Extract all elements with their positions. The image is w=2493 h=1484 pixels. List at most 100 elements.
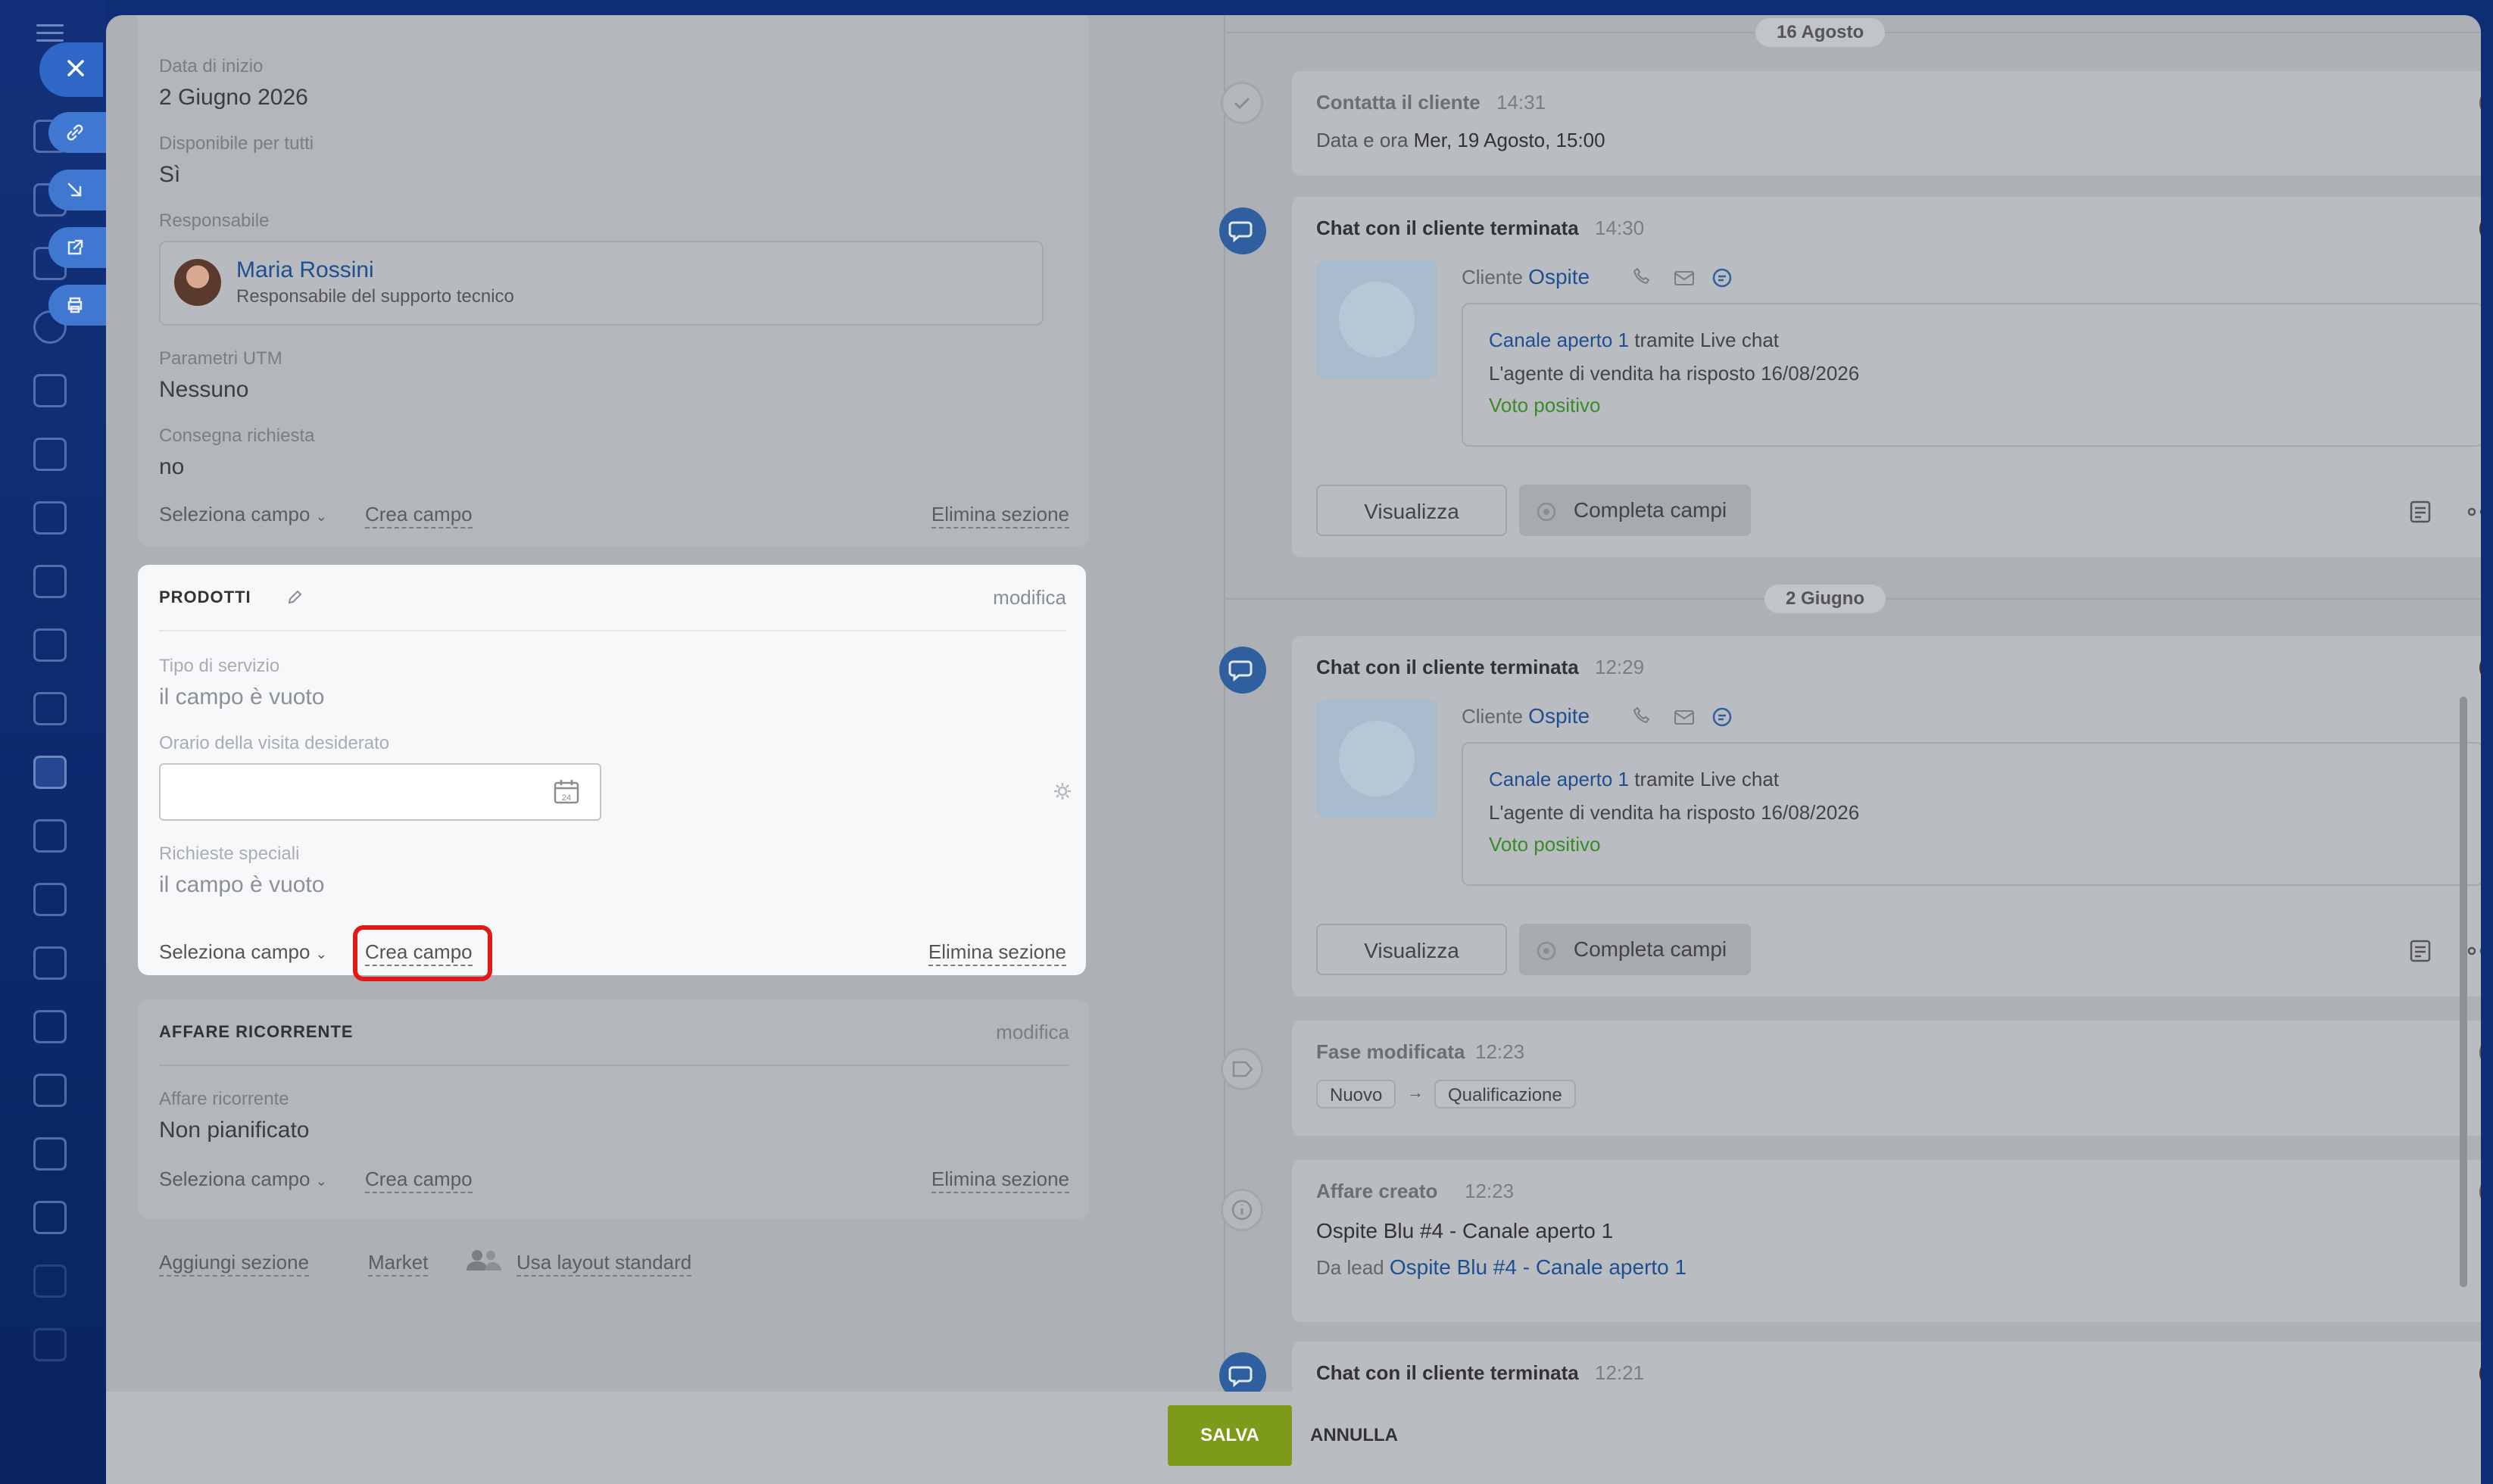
create-field-link[interactable]: Crea campo — [365, 940, 473, 966]
start-date-value[interactable]: 2 Giugno 2026 — [159, 85, 308, 111]
delete-section-link[interactable]: Elimina sezione — [931, 1168, 1069, 1193]
responsible-card[interactable]: Maria Rossini Responsabile del supporto … — [159, 241, 1044, 326]
chat-summary-box: Canale aperto 1 tramite Live chat L'agen… — [1462, 742, 2481, 886]
lead-link[interactable]: Ospite Blu #4 - Canale aperto 1 — [1390, 1255, 1686, 1279]
channel-link[interactable]: Canale aperto 1 — [1489, 329, 1629, 351]
create-field-link[interactable]: Crea campo — [365, 1168, 473, 1193]
market-link[interactable]: Market — [368, 1251, 429, 1277]
store-icon[interactable] — [33, 883, 67, 916]
analytics-icon[interactable] — [33, 1201, 67, 1234]
close-slider-button[interactable] — [39, 42, 103, 97]
contact-icons[interactable] — [1630, 706, 1751, 728]
avatar[interactable] — [2479, 1177, 2481, 1207]
chevron-down-icon: ⌄ — [315, 1174, 327, 1189]
client-link[interactable]: Ospite — [1528, 704, 1590, 728]
copilot-icon — [1537, 502, 1556, 522]
select-field-dropdown[interactable]: Seleziona campo ⌄ — [159, 940, 327, 964]
avatar[interactable] — [2479, 653, 2481, 683]
link-icon — [67, 124, 83, 141]
client-link[interactable]: Ospite — [1528, 265, 1590, 288]
files-icon[interactable] — [33, 628, 67, 662]
delete-section-link[interactable]: Elimina sezione — [931, 503, 1069, 528]
utm-value[interactable]: Nessuno — [159, 377, 248, 403]
print-button[interactable] — [48, 285, 106, 326]
products-edit-link[interactable]: modifica — [993, 586, 1066, 610]
notes-icon[interactable] — [2407, 937, 2434, 965]
more-icon[interactable] — [2466, 943, 2481, 959]
visit-time-input[interactable]: 24 — [159, 763, 601, 821]
notes-icon[interactable] — [2407, 498, 2434, 525]
documents-icon[interactable] — [33, 438, 67, 471]
activity-title: Chat con il cliente terminata — [1316, 1361, 1579, 1384]
select-field-dropdown[interactable]: Seleziona campo ⌄ — [159, 1168, 327, 1191]
crm-icon[interactable] — [33, 756, 67, 789]
avatar[interactable] — [2479, 1037, 2481, 1068]
bottom-action-bar: SALVA ANNULLA — [106, 1392, 2481, 1484]
cancel-button[interactable]: ANNULLA — [1310, 1405, 1398, 1466]
reports-icon[interactable] — [33, 565, 67, 598]
bot-icon[interactable] — [33, 1010, 67, 1043]
recurring-edit-link[interactable]: modifica — [996, 1021, 1069, 1044]
activity-card-chat: Chat con il cliente terminata 14:30 Clie… — [1292, 197, 2481, 557]
inbox-icon[interactable] — [33, 692, 67, 725]
automation-icon[interactable] — [33, 374, 67, 407]
visit-time-label: Orario della visita desiderato — [159, 733, 390, 753]
more-icon[interactable] — [2466, 504, 2481, 519]
timeline-scrollbar[interactable] — [2460, 697, 2467, 1287]
delete-section-link[interactable]: Elimina sezione — [928, 940, 1066, 966]
channel-line: Canale aperto 1 tramite Live chat — [1489, 768, 1780, 790]
check-icon[interactable] — [1221, 82, 1263, 124]
date-pill-august: 16 Agosto — [1755, 18, 1886, 47]
view-button[interactable]: Visualizza — [1316, 485, 1507, 536]
minimize-button[interactable] — [48, 170, 106, 210]
avatar[interactable] — [2479, 214, 2481, 244]
save-button[interactable]: SALVA — [1168, 1405, 1292, 1466]
service-type-value[interactable]: il campo è vuoto — [159, 684, 324, 710]
responsible-name[interactable]: Maria Rossini — [236, 257, 374, 283]
gear-icon[interactable] — [1053, 781, 1072, 801]
pencil-icon[interactable] — [286, 589, 303, 606]
date-pill-june: 2 Giugno — [1764, 585, 1886, 613]
available-value[interactable]: Sì — [159, 162, 180, 188]
chevron-down-icon: ⌄ — [315, 946, 327, 962]
chat-thumbnail — [1316, 260, 1437, 379]
settings-icon[interactable] — [33, 1264, 67, 1298]
copy-link-button[interactable] — [48, 112, 106, 153]
table-icon[interactable] — [33, 1137, 67, 1171]
open-new-window-button[interactable] — [48, 227, 106, 268]
delivery-value[interactable]: no — [159, 454, 184, 480]
menu-icon[interactable] — [36, 24, 64, 42]
calendar-icon[interactable] — [33, 501, 67, 535]
external-link-icon — [67, 239, 83, 255]
products-title: PRODOTTI — [159, 588, 251, 606]
chevron-down-icon: ⌄ — [315, 509, 327, 524]
library-icon[interactable] — [33, 1074, 67, 1107]
special-requests-value[interactable]: il campo è vuoto — [159, 872, 324, 898]
reply-line: L'agente di vendita ha risposto 16/08/20… — [1489, 362, 1860, 385]
channel-line: Canale aperto 1 tramite Live chat — [1489, 329, 1780, 351]
calendar-icon[interactable]: 24 — [553, 778, 580, 806]
deal-name: Ospite Blu #4 - Canale aperto 1 — [1316, 1219, 1614, 1242]
channel-link[interactable]: Canale aperto 1 — [1489, 768, 1629, 790]
close-icon — [67, 60, 84, 76]
avatar[interactable] — [2479, 88, 2481, 118]
activity-card-contact[interactable]: Contatta il cliente 14:31 Data e ora Mer… — [1292, 71, 2481, 176]
recurring-value[interactable]: Non pianificato — [159, 1118, 309, 1143]
select-field-label: Seleziona campo — [159, 503, 310, 525]
view-button[interactable]: Visualizza — [1316, 924, 1507, 975]
utm-label: Parametri UTM — [159, 348, 282, 369]
contact-icons[interactable] — [1630, 267, 1751, 289]
add-section-link[interactable]: Aggiungi sezione — [159, 1251, 310, 1277]
select-field-dropdown[interactable]: Seleziona campo ⌄ — [159, 503, 327, 526]
avatar[interactable] — [2479, 1358, 2481, 1389]
divider — [159, 1065, 1069, 1066]
users-icon — [466, 1250, 501, 1270]
activity-card-chat: Chat con il cliente terminata 12:29 Clie… — [1292, 636, 2481, 996]
copilot-icon — [1537, 941, 1556, 961]
edit-icon[interactable] — [33, 1328, 67, 1361]
shop-icon[interactable] — [33, 819, 67, 853]
mail-icon[interactable] — [33, 946, 67, 980]
create-field-link[interactable]: Crea campo — [365, 503, 473, 528]
standard-layout-link[interactable]: Usa layout standard — [516, 1251, 692, 1277]
rating-line: Voto positivo — [1489, 394, 1601, 416]
